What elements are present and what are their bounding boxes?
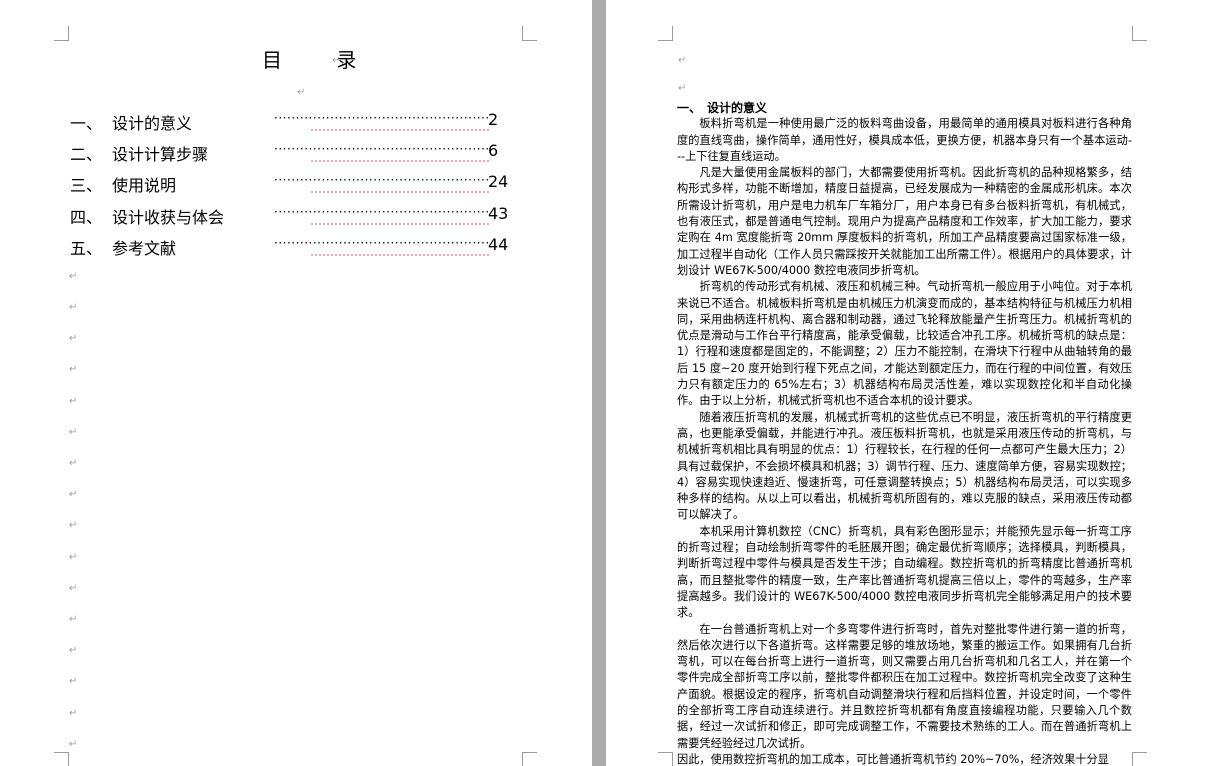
- crop-mark: [1132, 752, 1147, 766]
- paragraph-mark-icon: ↵: [69, 739, 78, 750]
- toc-entry-page: 24: [488, 172, 509, 191]
- body-paragraph: 因此，使用数控折弯机的加工成本，可比普通折弯机节约 20%~70%，经济效果十分…: [677, 752, 1109, 766]
- paragraph-mark-icon: ↵: [69, 614, 78, 625]
- toc-entry-label: 设计计算步骤: [112, 145, 209, 164]
- spellcheck-underline: [310, 160, 490, 162]
- paragraph-mark-icon: ↵: [69, 458, 78, 469]
- paragraph-mark-icon: ↵: [69, 333, 78, 344]
- paragraph-mark-icon: ↵: [69, 520, 78, 531]
- paragraph-mark-icon: ↵: [678, 55, 687, 66]
- body-paragraph: 凡是大量使用金属板料的部门，大都需要使用折弯机。因此折弯机的品种规格繁多，结构形…: [677, 166, 1132, 277]
- body-paragraph: 折弯机的传动形式有机械、液压和机械三种。气动折弯机一般应用于小吨位。对于本机来说…: [677, 280, 1132, 408]
- toc-entry-number: 一、: [70, 114, 103, 133]
- body-paragraph: 本机采用计算机数控（CNC）折弯机，具有彩色图形显示；并能预先显示每一折弯工序的…: [677, 524, 1132, 620]
- paragraph-mark-icon: ↵: [69, 708, 78, 719]
- page-right: ↵ ↵ 一、 设计的意义 板料折弯机是一种使用最广泛的板料弯曲设备，用最简单的通…: [606, 0, 1210, 766]
- crop-mark: [54, 752, 69, 766]
- paragraph-mark-icon: ↵: [297, 87, 306, 98]
- toc-entry-page: 43: [488, 204, 509, 223]
- paragraph-mark-icon: ↵: [69, 271, 78, 282]
- toc-entry-label: 参考文献: [112, 239, 177, 258]
- crop-mark: [658, 752, 673, 766]
- toc-entry[interactable]: 五、 参考文献 ································…: [70, 235, 510, 258]
- spellcheck-underline: [310, 223, 490, 225]
- toc-entry-label: 设计收获与体会: [112, 208, 225, 227]
- paragraph-mark-icon: ↵: [69, 396, 78, 407]
- paragraph-mark-icon: ↵: [678, 83, 687, 94]
- page-left: 目 录 ↵ ↵ 一、 设计的意义 ·······················…: [0, 0, 592, 766]
- paragraph-mark-icon: ↵: [69, 676, 78, 687]
- spellcheck-underline: [310, 129, 490, 131]
- paragraph-mark-icon: ↵: [69, 489, 78, 500]
- crop-mark: [54, 26, 69, 41]
- toc-entry[interactable]: 四、 设计收获与体会 ·····························…: [70, 204, 510, 227]
- toc-title: 目 录: [262, 48, 381, 72]
- toc-leader: ········································…: [274, 173, 488, 187]
- paragraph-mark-icon: ↵: [69, 583, 78, 594]
- toc-leader: ········································…: [274, 205, 488, 219]
- toc-entry-number: 三、: [70, 176, 103, 195]
- section-heading: 一、 设计的意义: [677, 101, 768, 115]
- body-paragraph: 在一台普通折弯机上对一个多弯零件进行折弯时，首先对整批零件进行第一道的折弯，然后…: [677, 622, 1132, 750]
- paragraph-mark-icon: ↵: [69, 302, 78, 313]
- toc-entry-page: 6: [488, 141, 499, 160]
- crop-mark: [1132, 26, 1147, 41]
- toc-leader: ········································…: [274, 111, 488, 125]
- toc-entry-label: 使用说明: [112, 176, 177, 195]
- document-body[interactable]: 一、 设计的意义 板料折弯机是一种使用最广泛的板料弯曲设备，用最简单的通用模具对…: [677, 100, 1132, 766]
- toc-entry[interactable]: 二、 设计计算步骤 ······························…: [70, 141, 510, 164]
- toc-entry[interactable]: 三、 使用说明 ································…: [70, 172, 510, 195]
- crop-mark: [658, 26, 673, 41]
- toc-entry-label: 设计的意义: [112, 114, 193, 133]
- body-paragraph: 随着液压折弯机的发展，机械式折弯机的这些优点已不明显，液压折弯机的平行精度更高，…: [677, 410, 1132, 522]
- paragraph-mark-icon: ↵: [69, 645, 78, 656]
- toc-entry-number: 五、: [70, 239, 103, 258]
- paragraph-mark-icon: ↵: [69, 427, 78, 438]
- toc-entry-number: 二、: [70, 145, 103, 164]
- paragraph-mark-icon: ↵: [69, 552, 78, 563]
- paragraph-mark-icon: ↵: [332, 55, 341, 66]
- spellcheck-underline: [310, 191, 490, 193]
- toc-leader: ········································…: [274, 142, 488, 156]
- toc-entry-page: 2: [488, 110, 499, 129]
- paragraph-mark-icon: ↵: [69, 364, 78, 375]
- toc-leader: ········································…: [274, 236, 488, 250]
- toc-entry[interactable]: 一、 设计的意义 ·······························…: [70, 110, 510, 133]
- crop-mark: [522, 752, 537, 766]
- body-paragraph: 板料折弯机是一种使用最广泛的板料弯曲设备，用最简单的通用模具对板料进行各种角度的…: [677, 117, 1132, 163]
- toc-entry-number: 四、: [70, 208, 103, 227]
- crop-mark: [522, 26, 537, 41]
- spellcheck-underline: [310, 254, 490, 256]
- toc-entry-page: 44: [488, 235, 509, 254]
